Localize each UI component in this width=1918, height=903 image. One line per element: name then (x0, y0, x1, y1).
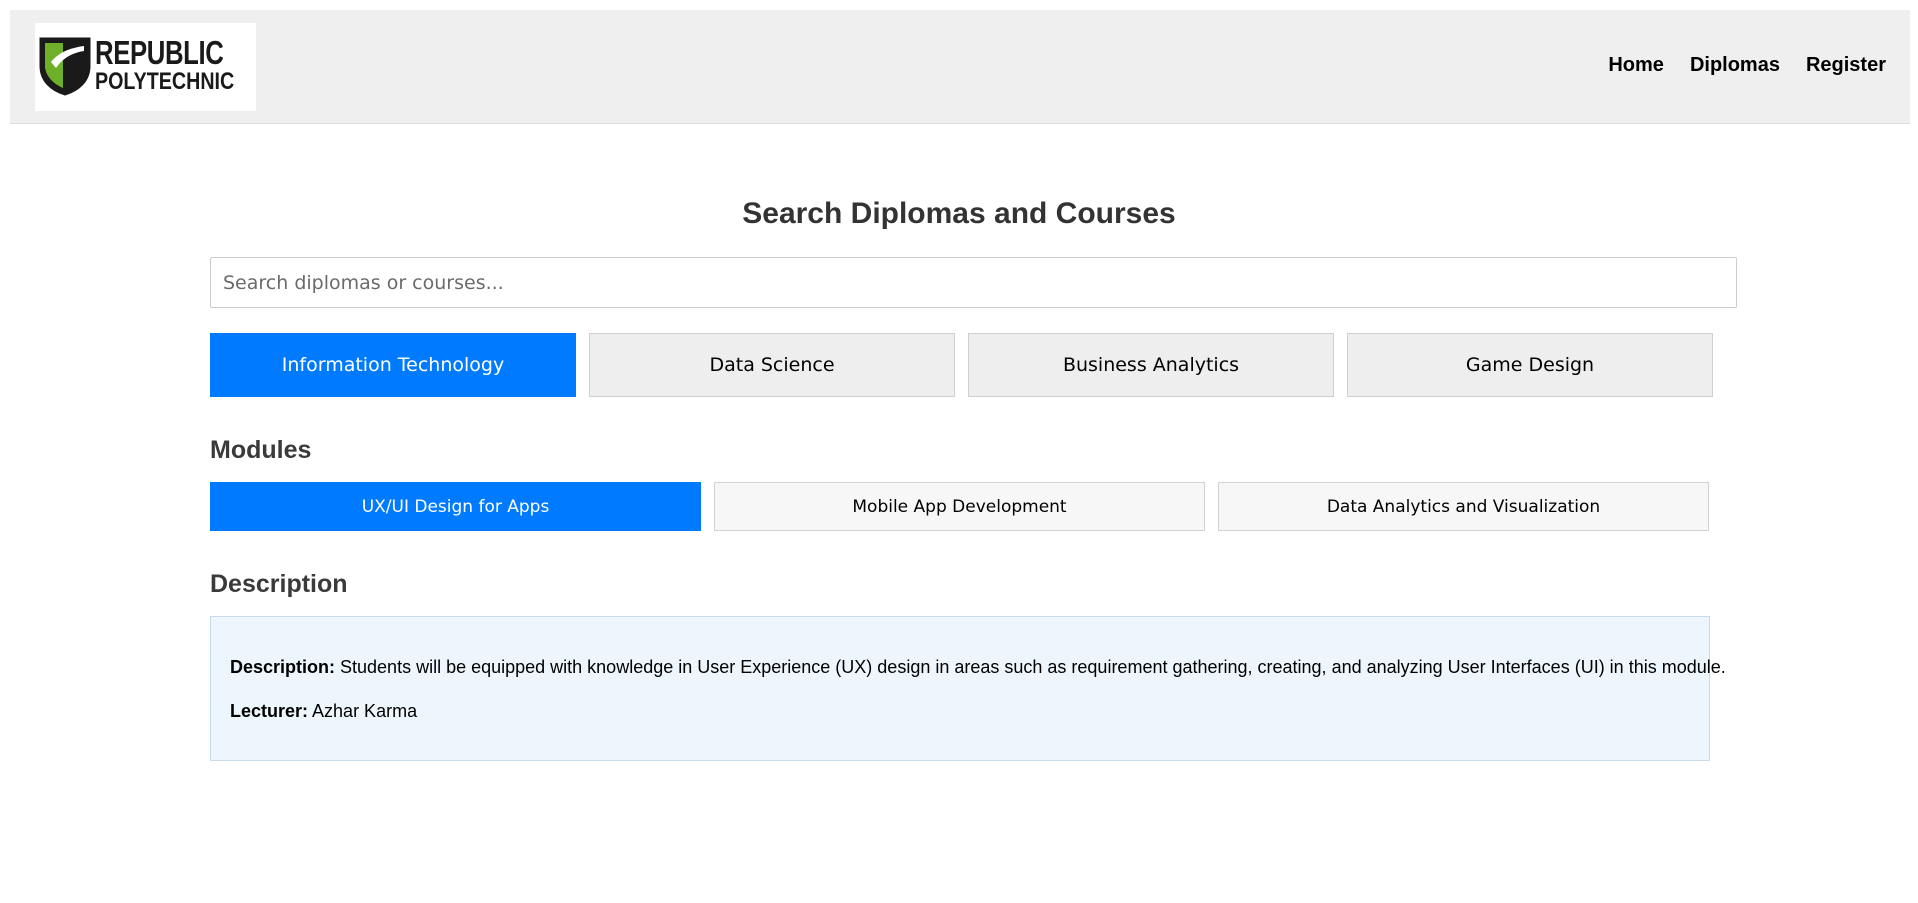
lecturer-label: Lecturer: (230, 700, 309, 721)
page: REPUBLIC POLYTECHNIC Home Diplomas Regis… (0, 0, 1918, 903)
nav-link-home[interactable]: Home (1608, 54, 1664, 77)
diploma-button-information-technology[interactable]: Information Technology (210, 333, 576, 397)
module-tabs: UX/UI Design for Apps Mobile App Develop… (210, 482, 1709, 531)
page-title: Search Diplomas and Courses (742, 197, 1176, 230)
module-button-ux-ui-design[interactable]: UX/UI Design for Apps (210, 482, 701, 531)
diploma-button-data-science[interactable]: Data Science (589, 333, 955, 397)
diploma-button-business-analytics[interactable]: Business Analytics (968, 333, 1334, 397)
description-body: Students will be equipped with knowledge… (335, 657, 1726, 677)
modules-heading: Modules (210, 436, 312, 464)
diploma-tabs: Information Technology Data Science Busi… (210, 333, 1713, 397)
description-label: Description: (230, 657, 336, 677)
module-button-data-analytics[interactable]: Data Analytics and Visualization (1218, 482, 1709, 531)
search-input[interactable] (210, 257, 1737, 308)
nav-link-register[interactable]: Register (1806, 54, 1886, 77)
logo-line-1: REPUBLIC (95, 34, 224, 71)
diploma-button-game-design[interactable]: Game Design (1347, 333, 1713, 397)
main-nav: Home Diplomas Register (1608, 54, 1886, 77)
lecturer-text: Lecturer: Azhar Karma (230, 701, 1690, 723)
nav-link-diplomas[interactable]: Diplomas (1690, 54, 1780, 77)
lecturer-name: Azhar Karma (308, 700, 418, 721)
logo-text: REPUBLIC POLYTECHNIC (95, 36, 255, 94)
module-button-mobile-app-development[interactable]: Mobile App Development (714, 482, 1205, 531)
site-header: REPUBLIC POLYTECHNIC Home Diplomas Regis… (10, 10, 1910, 124)
logo[interactable]: REPUBLIC POLYTECHNIC (35, 23, 256, 111)
description-heading: Description (210, 570, 348, 598)
description-text: Description: Students will be equipped w… (230, 657, 1726, 679)
logo-line-2: POLYTECHNIC (95, 68, 235, 95)
description-panel: Description: Students will be equipped w… (210, 616, 1726, 761)
republic-polytechnic-shield-icon (39, 37, 91, 96)
